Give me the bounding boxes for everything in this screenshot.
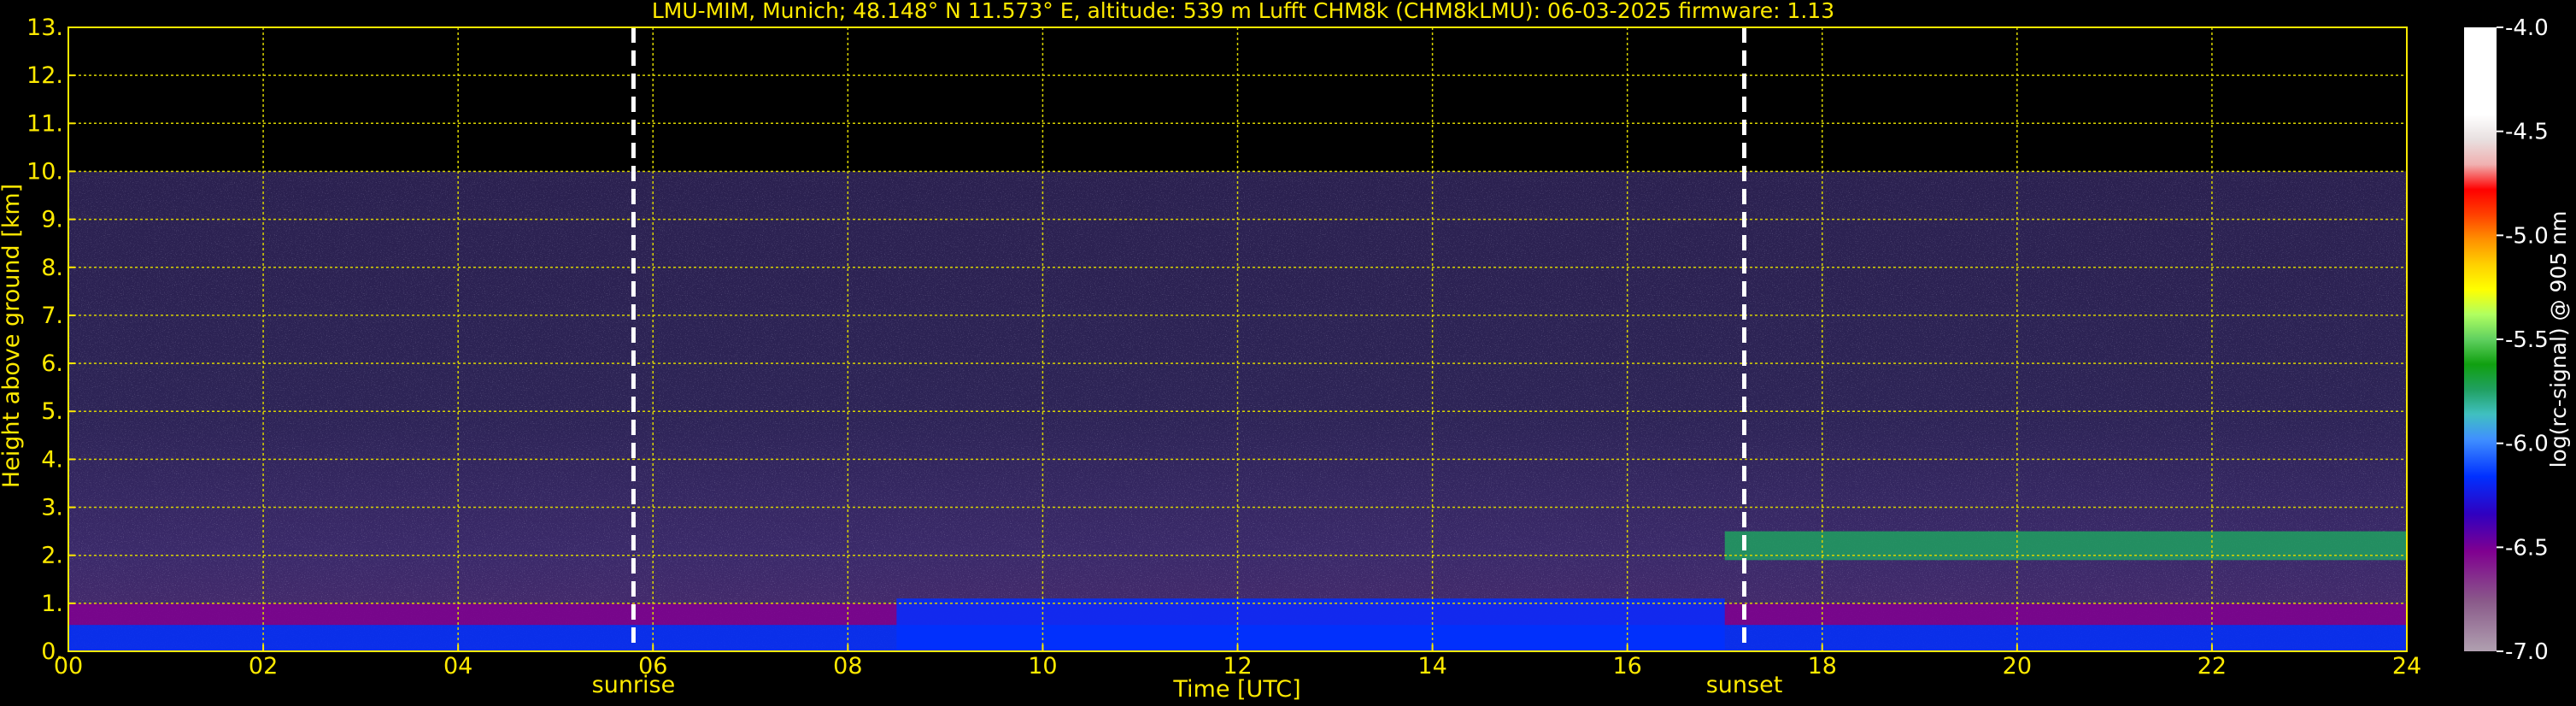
x-tick-label: 08	[833, 653, 862, 680]
colorbar-label: log(rc-signal) @ 905 nm	[2546, 211, 2571, 468]
colorbar-tick-label: -6.5	[2505, 535, 2549, 561]
y-tick-label: 13.	[26, 15, 63, 41]
x-tick-label: 14	[1417, 653, 1446, 680]
y-tick-label: 2.	[41, 543, 63, 569]
x-axis-label: Time [UTC]	[1172, 676, 1300, 703]
x-tick-label: 06	[638, 653, 667, 680]
y-tick-label: 6.	[41, 350, 63, 377]
colorbar: -4.0 -4.5 -5.0 -5.5 -6.0 -6.5 -7.0 log(rc-sign…	[2464, 15, 2571, 665]
sunset-label: sunset	[1706, 672, 1783, 698]
y-tick-label: 5.	[41, 398, 63, 425]
colorbar-tick-label: -7.0	[2505, 639, 2549, 665]
x-tick-label: 20	[2003, 653, 2032, 680]
y-tick-label: 7.	[41, 303, 63, 329]
y-tick-label: 11.	[26, 110, 63, 137]
x-tick-label: 24	[2392, 653, 2421, 680]
y-tick-label: 3.	[41, 495, 63, 521]
aerosol-layer-2	[896, 598, 1725, 651]
colorbar-tick-label: -4.0	[2505, 15, 2549, 41]
x-tick-label: 04	[443, 653, 472, 680]
x-tick-label: 02	[249, 653, 278, 680]
colorbar-tick-label: -4.5	[2505, 120, 2549, 145]
x-tick-label: 10	[1028, 653, 1057, 680]
y-tick-label: 10.	[26, 158, 63, 185]
x-tick-label: 18	[1808, 653, 1837, 680]
y-tick-label: 0.	[41, 638, 63, 665]
y-tick-label: 12.	[26, 62, 63, 89]
chart-svg: sunrise sunset 00 02 04 06 08 10 12 14 16 18 20 22 24…	[0, 0, 2571, 703]
chart-title: LMU-MIM, Munich; 48.148° N 11.573° E, al…	[652, 0, 1834, 23]
x-tick-label: 22	[2198, 653, 2227, 680]
x-tick-label: 16	[1612, 653, 1641, 680]
ceilometer-plot: sunrise sunset 00 02 04 06 08 10 12 14 16 18 20 22 24…	[0, 0, 2576, 706]
colorbar-gradient	[2464, 27, 2497, 651]
y-axis-label: Height above ground [km]	[0, 184, 25, 488]
y-tick-label: 4.	[41, 446, 63, 473]
y-tick-label: 8.	[41, 255, 63, 281]
colorbar-tick-label: -5.5	[2505, 327, 2549, 353]
colorbar-ticks: -4.0 -4.5 -5.0 -5.5 -6.0 -6.5 -7.0	[2497, 15, 2549, 665]
y-tick-label: 9.	[41, 207, 63, 233]
colorbar-tick-label: -5.0	[2505, 223, 2549, 249]
y-tick-label: 1.	[41, 591, 63, 617]
colorbar-tick-label: -6.0	[2505, 432, 2549, 457]
